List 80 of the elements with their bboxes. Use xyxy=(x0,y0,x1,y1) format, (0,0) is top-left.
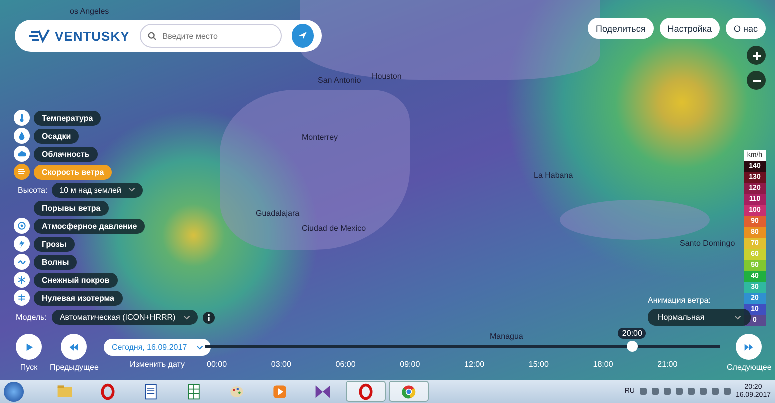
logo-icon xyxy=(29,29,51,43)
height-dropdown[interactable]: 10 м над землей xyxy=(52,182,144,198)
layer-button[interactable]: Волны xyxy=(34,254,78,270)
zoom-in-button[interactable] xyxy=(747,46,766,65)
start-button[interactable] xyxy=(4,382,24,402)
layer-button[interactable]: Грозы xyxy=(34,236,75,252)
play-button[interactable] xyxy=(16,334,42,360)
search-field[interactable]: Введите место xyxy=(140,24,282,48)
time-tick-label: 03:00 xyxy=(270,360,292,369)
timeline-handle[interactable] xyxy=(627,341,638,352)
navigation-arrow-icon xyxy=(298,31,308,41)
layer-button[interactable]: Атмосферное давление xyxy=(34,218,146,234)
caret-icon xyxy=(184,316,190,320)
header-button[interactable]: Настройка xyxy=(660,18,720,39)
plus-icon xyxy=(752,52,760,60)
next-label: Следующее xyxy=(727,363,772,372)
city-label: Ciudad de Mexico xyxy=(302,224,366,233)
city-label: Houston xyxy=(372,72,402,81)
taskbar-app-button[interactable] xyxy=(389,381,429,402)
layer-button[interactable]: Снежный покров xyxy=(34,272,118,288)
document-icon xyxy=(142,382,160,400)
caret-icon xyxy=(197,346,204,350)
city-label: San Antonio xyxy=(318,76,362,85)
caret-icon xyxy=(734,316,741,320)
media-icon xyxy=(271,382,289,400)
time-tick-label: 09:00 xyxy=(399,360,422,369)
ring-icon xyxy=(357,382,375,400)
model-dropdown[interactable]: Автоматическая (ICON+HRRR) xyxy=(52,310,198,325)
snow-icon[interactable] xyxy=(14,272,30,288)
time-tick-label: 18:00 xyxy=(592,360,614,369)
previous-button[interactable] xyxy=(61,334,88,360)
clouds-icon[interactable] xyxy=(14,146,30,162)
locate-button[interactable] xyxy=(292,24,314,48)
isotherm-icon[interactable] xyxy=(14,290,30,306)
animation-label: Анимация ветра: xyxy=(648,296,711,305)
layer-button[interactable]: Осадки xyxy=(34,128,80,144)
model-label: Модель: xyxy=(16,313,47,322)
layer-button[interactable]: Температура xyxy=(34,110,102,126)
height-label: Высота: xyxy=(18,186,48,194)
waves-icon[interactable] xyxy=(14,254,30,270)
precipitation-icon[interactable] xyxy=(14,128,30,144)
info-icon[interactable] xyxy=(202,312,215,324)
play-icon xyxy=(24,342,34,352)
time-tick-label: 06:00 xyxy=(334,360,357,369)
ring-icon xyxy=(99,382,117,400)
city-label: La Habana xyxy=(534,171,574,180)
wind-icon[interactable] xyxy=(14,164,30,180)
play-label: Пуск xyxy=(20,363,38,372)
taskbar-app-button[interactable] xyxy=(346,381,386,402)
rewind-icon xyxy=(69,342,80,352)
date-dropdown[interactable]: Сегодня, 16.09.2017 xyxy=(104,339,212,356)
animation-dropdown[interactable]: Нормальная xyxy=(648,309,751,326)
city-label: Guadalajara xyxy=(256,209,300,218)
city-label: os Angeles xyxy=(70,7,110,16)
next-button[interactable] xyxy=(736,334,762,360)
time-tick-label: 21:00 xyxy=(656,360,679,369)
pressure-icon[interactable] xyxy=(14,218,30,234)
spreadsheet-icon xyxy=(185,382,203,400)
city-label: Managua xyxy=(490,332,524,341)
time-tick-label: 15:00 xyxy=(528,360,550,369)
fast-forward-icon xyxy=(744,342,754,352)
layer-button[interactable]: Нулевая изотерма xyxy=(34,290,122,306)
previous-label: Предыдущее xyxy=(50,363,99,372)
time-tick-label: 12:00 xyxy=(464,360,486,369)
folder-icon xyxy=(56,382,74,400)
header-button[interactable]: О нас xyxy=(726,18,766,39)
header-button[interactable]: Поделиться xyxy=(588,18,654,39)
storms-icon[interactable] xyxy=(14,236,30,252)
layer-button[interactable]: Порывы ветра xyxy=(34,200,109,216)
time-tick-label: 00:00 xyxy=(206,360,228,369)
caret-icon xyxy=(129,188,136,192)
layer-button[interactable]: Облачность xyxy=(34,146,98,162)
temperature-icon[interactable] xyxy=(14,110,30,126)
zoom-out-button[interactable] xyxy=(747,71,766,90)
logo-text: VENTUSKY xyxy=(55,28,130,44)
time-tooltip: 20:00 xyxy=(618,328,646,339)
globe-icon xyxy=(400,382,418,400)
city-label: Monterrey xyxy=(302,133,338,142)
city-label: Santo Domingo xyxy=(680,239,736,248)
change-date-label: Изменить дату xyxy=(130,360,186,369)
